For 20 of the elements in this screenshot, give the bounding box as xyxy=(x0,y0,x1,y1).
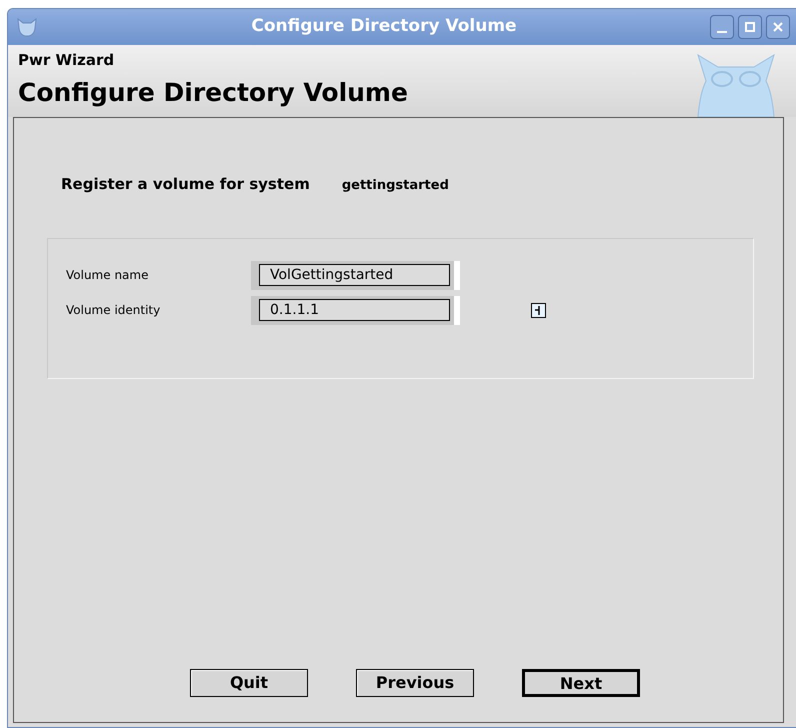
cursor-icon xyxy=(535,306,542,314)
text-field[interactable]: VolGettingstarted xyxy=(251,260,460,290)
system-name: gettingstarted xyxy=(342,177,449,195)
owl-icon xyxy=(16,16,38,38)
maximize-button[interactable] xyxy=(738,15,762,39)
text-field[interactable]: 0.1.1.1 xyxy=(251,296,460,324)
app-name: Pwr Wizard xyxy=(18,50,114,70)
browse-button[interactable] xyxy=(531,302,546,318)
field-label: Volume name xyxy=(66,267,150,284)
wizard-button[interactable]: Next xyxy=(522,669,640,697)
close-button[interactable] xyxy=(766,15,790,39)
window-title: Configure Directory Volume xyxy=(250,15,518,38)
owl-icon xyxy=(694,53,778,117)
wizard-button[interactable]: Previous xyxy=(356,669,474,697)
page-title: Configure Directory Volume xyxy=(18,77,408,109)
field-label: Volume identity xyxy=(66,302,162,319)
minimize-button[interactable] xyxy=(710,15,734,39)
wizard-button[interactable]: Quit xyxy=(190,669,308,697)
close-icon xyxy=(773,22,783,32)
register-label: Register a volume for system xyxy=(61,174,310,195)
